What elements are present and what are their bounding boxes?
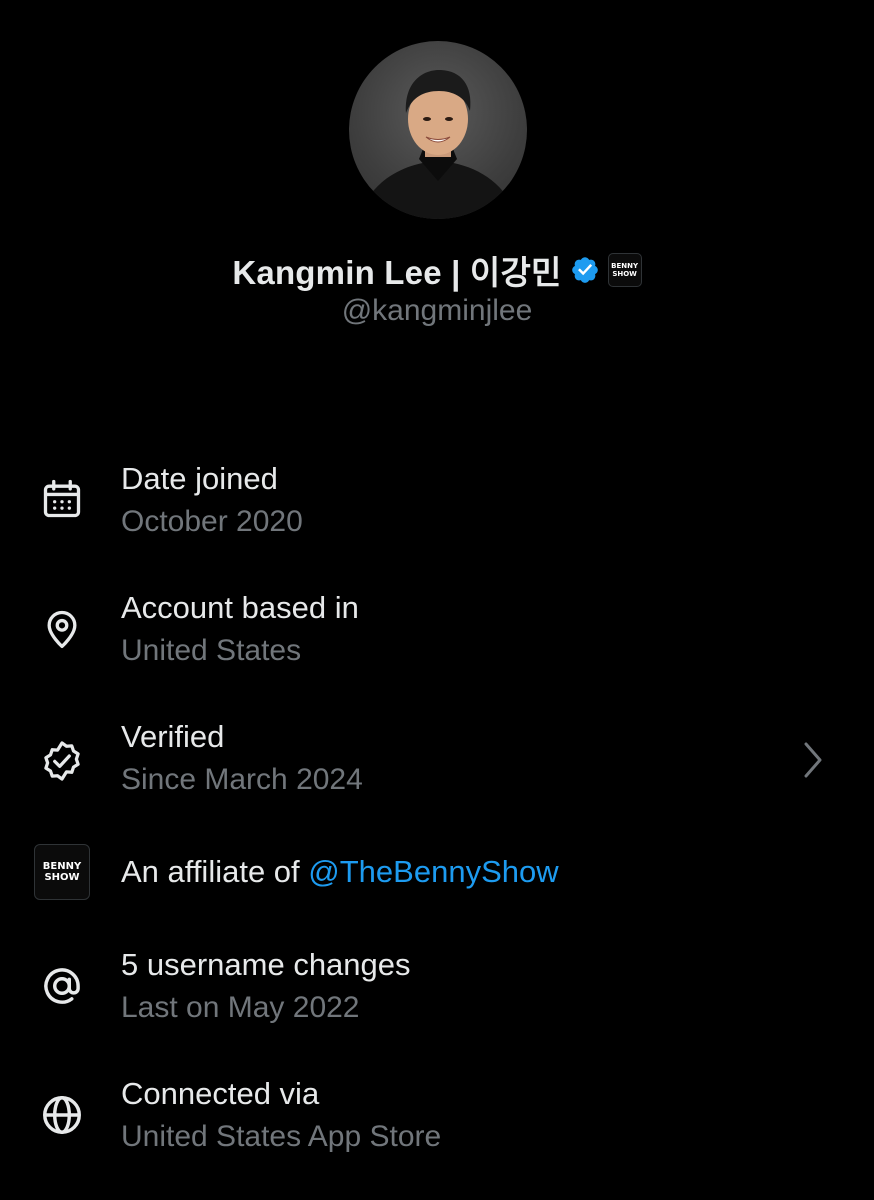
at-sign-icon — [36, 960, 88, 1012]
account-based-row: Account based in United States — [0, 584, 874, 694]
chevron-right-icon[interactable] — [796, 738, 830, 782]
affiliate-badge-icon[interactable]: BENNY SHOW — [34, 844, 90, 900]
profile-name-row: Kangmin Lee | 이강민 BENNY SHOW — [0, 248, 874, 292]
profile-header: Kangmin Lee | 이강민 BENNY SHOW @kangminjle… — [0, 0, 874, 360]
date-joined-value: October 2020 — [121, 505, 303, 538]
username-changes-title: 5 username changes — [121, 947, 411, 982]
verified-badge-icon[interactable] — [570, 255, 600, 285]
affiliate-prefix: An affiliate of — [121, 854, 309, 889]
verified-row[interactable]: Verified Since March 2024 — [0, 713, 874, 823]
calendar-icon — [36, 473, 88, 525]
username-changes-row: 5 username changes Last on May 2022 — [0, 941, 874, 1051]
affiliate-text: An affiliate of @TheBennyShow — [121, 854, 559, 890]
connected-via-row: Connected via United States App Store — [0, 1070, 874, 1180]
date-joined-title: Date joined — [121, 461, 278, 496]
affiliate-link[interactable]: @TheBennyShow — [308, 854, 558, 889]
affiliate-badge-small-line-2: SHOW — [612, 270, 637, 278]
avatar[interactable] — [349, 41, 527, 219]
profile-handle: @kangminjlee — [341, 294, 533, 327]
date-joined-row: Date joined October 2020 — [0, 455, 874, 565]
globe-icon — [36, 1089, 88, 1141]
display-name: Kangmin Lee | 이강민 — [232, 254, 562, 291]
verified-value: Since March 2024 — [121, 763, 363, 796]
verified-title: Verified — [121, 719, 225, 754]
verified-badge-outline-icon — [36, 735, 88, 787]
affiliate-badge-small-icon[interactable]: BENNY SHOW — [607, 253, 642, 287]
affiliate-row: BENNY SHOW An affiliate of @TheBennyShow — [0, 842, 874, 952]
avatar-image — [359, 69, 517, 219]
connected-via-title: Connected via — [121, 1076, 320, 1111]
affiliate-badge-line-2: SHOW — [44, 872, 80, 883]
affiliate-badge-line-1: BENNY — [42, 861, 82, 872]
account-based-title: Account based in — [121, 590, 359, 625]
account-based-value: United States — [121, 634, 302, 667]
connected-via-value: United States App Store — [121, 1120, 442, 1153]
location-pin-icon — [36, 603, 88, 655]
affiliate-badge-small-line-1: BENNY — [611, 262, 639, 270]
username-changes-value: Last on May 2022 — [121, 991, 360, 1024]
